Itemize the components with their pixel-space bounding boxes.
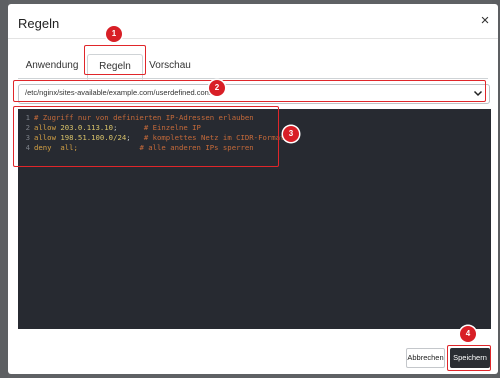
highlight-tab-regeln <box>84 45 146 75</box>
rules-dialog: Regeln × Anwendung Regeln Vorschau /etc/… <box>8 4 498 374</box>
highlight-code-editor <box>13 106 279 167</box>
tab-vorschau[interactable]: Vorschau <box>144 54 196 78</box>
annotation-badge-2: 2 <box>209 80 225 96</box>
background-app-left <box>0 0 8 378</box>
cancel-button[interactable]: Abbrechen <box>406 348 445 368</box>
annotation-badge-4: 4 <box>460 326 476 342</box>
annotation-badge-1: 1 <box>106 26 122 42</box>
tab-anwendung[interactable]: Anwendung <box>20 54 84 78</box>
title-divider <box>8 38 498 39</box>
close-icon[interactable]: × <box>478 13 492 28</box>
dialog-title: Regeln <box>18 16 60 31</box>
annotation-badge-3: 3 <box>283 126 299 142</box>
highlight-save-button <box>447 345 491 371</box>
tabs-divider <box>18 78 488 79</box>
highlight-file-select <box>13 80 486 102</box>
